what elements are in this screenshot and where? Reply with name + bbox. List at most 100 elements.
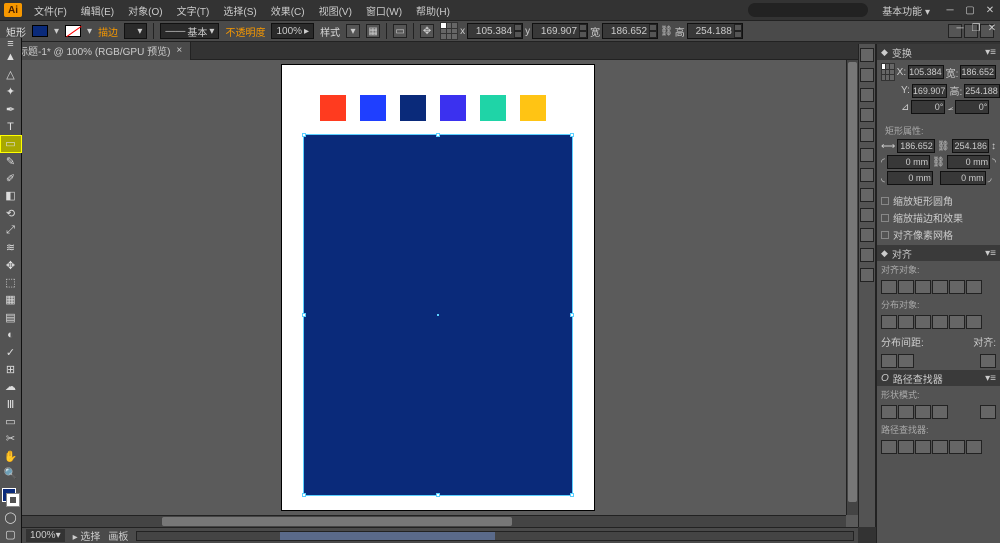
opacity-dropdown[interactable]: 100% ▸ — [271, 23, 314, 39]
panel-angle-input[interactable]: 0° — [911, 100, 945, 114]
panel-icon-artboards[interactable] — [860, 268, 874, 282]
corner-tr-input[interactable]: 0 mm — [947, 155, 990, 169]
profile-dropdown[interactable]: —— 基本 ▾ — [160, 23, 219, 39]
doc-close-icon[interactable]: ✕ — [986, 22, 998, 34]
fill-stroke-control[interactable] — [1, 487, 21, 509]
close-icon[interactable]: ✕ — [984, 4, 996, 16]
opt-scale-corners[interactable]: 缩放矩形圆角 — [881, 192, 996, 209]
tool-free-transform[interactable]: ✥ — [1, 257, 21, 273]
doc-minimize-icon[interactable]: ─ — [954, 22, 966, 34]
menu-view[interactable]: 视图(V) — [313, 1, 358, 20]
rect-w-input[interactable]: 186.652 — [897, 139, 934, 153]
workspace-dropdown[interactable]: 基本功能 ▾ — [876, 1, 936, 20]
panel-icon-graphic-styles[interactable] — [860, 208, 874, 222]
stroke-weight-dropdown[interactable]: ▾ — [124, 23, 147, 39]
reference-point-panel[interactable] — [881, 63, 895, 81]
panel-icon-brushes[interactable] — [860, 88, 874, 102]
selected-rectangle[interactable] — [304, 135, 572, 495]
fill-dropdown[interactable]: ▾ — [54, 26, 59, 37]
document-tab[interactable]: 未标题-1* @ 100% (RGB/GPU 预览) × — [0, 42, 191, 60]
panel-w-input[interactable]: 186.652 — [960, 65, 996, 79]
opt-align-pixel[interactable]: 对齐像素网格 — [881, 226, 996, 243]
tool-shape-builder[interactable]: ⬚ — [1, 274, 21, 290]
panel-icon-layers[interactable] — [860, 228, 874, 242]
corner-tl-input[interactable]: 0 mm — [887, 155, 930, 169]
link-icon[interactable]: ⛓ — [660, 26, 673, 37]
artboard-nav[interactable] — [136, 531, 854, 541]
draw-mode[interactable]: ◯ — [1, 509, 21, 525]
fill-swatch[interactable] — [32, 25, 48, 37]
opt-scale-strokes[interactable]: 缩放描边和效果 — [881, 209, 996, 226]
tool-brush[interactable]: ✎ — [1, 153, 21, 169]
corner-br-input[interactable]: 0 mm — [940, 171, 986, 185]
zoom-dropdown[interactable]: 100% ▾ — [26, 529, 65, 542]
tool-graph[interactable]: Ⅲ — [1, 396, 21, 412]
menu-effect[interactable]: 效果(C) — [265, 1, 311, 20]
panel-icon-transparency[interactable] — [860, 168, 874, 182]
doc-restore-icon[interactable]: ❐ — [970, 22, 982, 34]
panel-shear-input[interactable]: 0° — [955, 100, 989, 114]
tool-zoom[interactable]: 🔍 — [1, 465, 21, 481]
menu-file[interactable]: 文件(F) — [28, 1, 73, 20]
reference-point[interactable] — [440, 22, 458, 40]
menu-help[interactable]: 帮助(H) — [410, 1, 456, 20]
panel-menu-icon[interactable]: ▾≡ — [985, 248, 996, 259]
menu-type[interactable]: 文字(T) — [171, 1, 216, 20]
tool-slice[interactable]: ✂ — [1, 431, 21, 447]
tool-mesh[interactable]: ▤ — [1, 309, 21, 325]
screen-mode[interactable]: ▢ — [1, 527, 21, 543]
menu-select[interactable]: 选择(S) — [217, 1, 262, 20]
stroke-dropdown[interactable]: ▾ — [87, 26, 92, 37]
tool-width[interactable]: ≋ — [1, 240, 21, 256]
panel-menu-icon[interactable]: ▾≡ — [985, 47, 996, 58]
tool-type[interactable]: T — [1, 118, 21, 134]
y-input[interactable]: 169.907 — [532, 23, 588, 39]
x-input[interactable]: 105.384 — [467, 23, 523, 39]
panel-y-input[interactable]: 169.907 — [912, 84, 948, 98]
stroke-swatch[interactable] — [65, 25, 81, 37]
stroke-link[interactable]: 描边 — [98, 24, 118, 39]
tool-selection[interactable]: ▲ — [1, 49, 21, 65]
menu-object[interactable]: 对象(O) — [122, 1, 168, 20]
corner-bl-input[interactable]: 0 mm — [887, 171, 933, 185]
tool-eyedropper[interactable]: ✓ — [1, 344, 21, 360]
w-input[interactable]: 186.652 — [602, 23, 658, 39]
panel-icon-symbols[interactable] — [860, 108, 874, 122]
menu-edit[interactable]: 编辑(E) — [75, 1, 120, 20]
tool-direct-select[interactable]: △ — [1, 66, 21, 82]
canvas-area[interactable] — [22, 60, 858, 527]
tool-perspective[interactable]: ▦ — [1, 292, 21, 308]
search-input[interactable] — [748, 3, 868, 17]
panel-icon-gradient[interactable] — [860, 148, 874, 162]
panel-h-input[interactable]: 254.188 — [964, 84, 1000, 98]
horizontal-scrollbar[interactable] — [22, 515, 846, 527]
panel-icon-assets[interactable] — [860, 248, 874, 262]
tool-gradient[interactable]: ◐ — [1, 327, 21, 343]
h-input[interactable]: 254.188 — [687, 23, 743, 39]
opacity-link[interactable]: 不透明度 — [225, 24, 265, 39]
align-panel-tab[interactable]: ◆ 对齐▾≡ — [877, 245, 1000, 261]
transform-panel-tab[interactable]: ◆ 变换▾≡ — [877, 44, 1000, 60]
vertical-scrollbar[interactable] — [846, 60, 858, 515]
pathfinder-panel-tab[interactable]: O 路径查找器▾≡ — [877, 370, 1000, 386]
tool-scale[interactable]: ⤢ — [1, 222, 21, 238]
tool-artboard[interactable]: ▭ — [1, 413, 21, 429]
panel-icon-swatches[interactable] — [860, 68, 874, 82]
transform-button[interactable]: ✥ — [420, 24, 434, 38]
panel-icon-color[interactable] — [860, 48, 874, 62]
tool-hand[interactable]: ✋ — [1, 448, 21, 464]
tool-blend[interactable]: ⊞ — [1, 361, 21, 377]
status-sel[interactable]: ▸ 选择 — [73, 528, 101, 543]
tool-pencil[interactable]: ✐ — [1, 170, 21, 186]
tab-close-icon[interactable]: × — [176, 45, 182, 56]
panel-icon-stroke[interactable] — [860, 128, 874, 142]
shape-button[interactable]: ▭ — [393, 24, 407, 38]
menu-window[interactable]: 窗口(W) — [360, 1, 408, 20]
maximize-icon[interactable]: ▢ — [964, 4, 976, 16]
tool-magic-wand[interactable]: ✦ — [1, 84, 21, 100]
minimize-icon[interactable]: ─ — [944, 4, 956, 16]
panel-menu-icon[interactable]: ▾≡ — [985, 373, 996, 384]
tool-rectangle[interactable]: ▭ — [1, 136, 21, 152]
panel-x-input[interactable]: 105.384 — [908, 65, 944, 79]
tool-symbol[interactable]: ☁ — [1, 379, 21, 395]
